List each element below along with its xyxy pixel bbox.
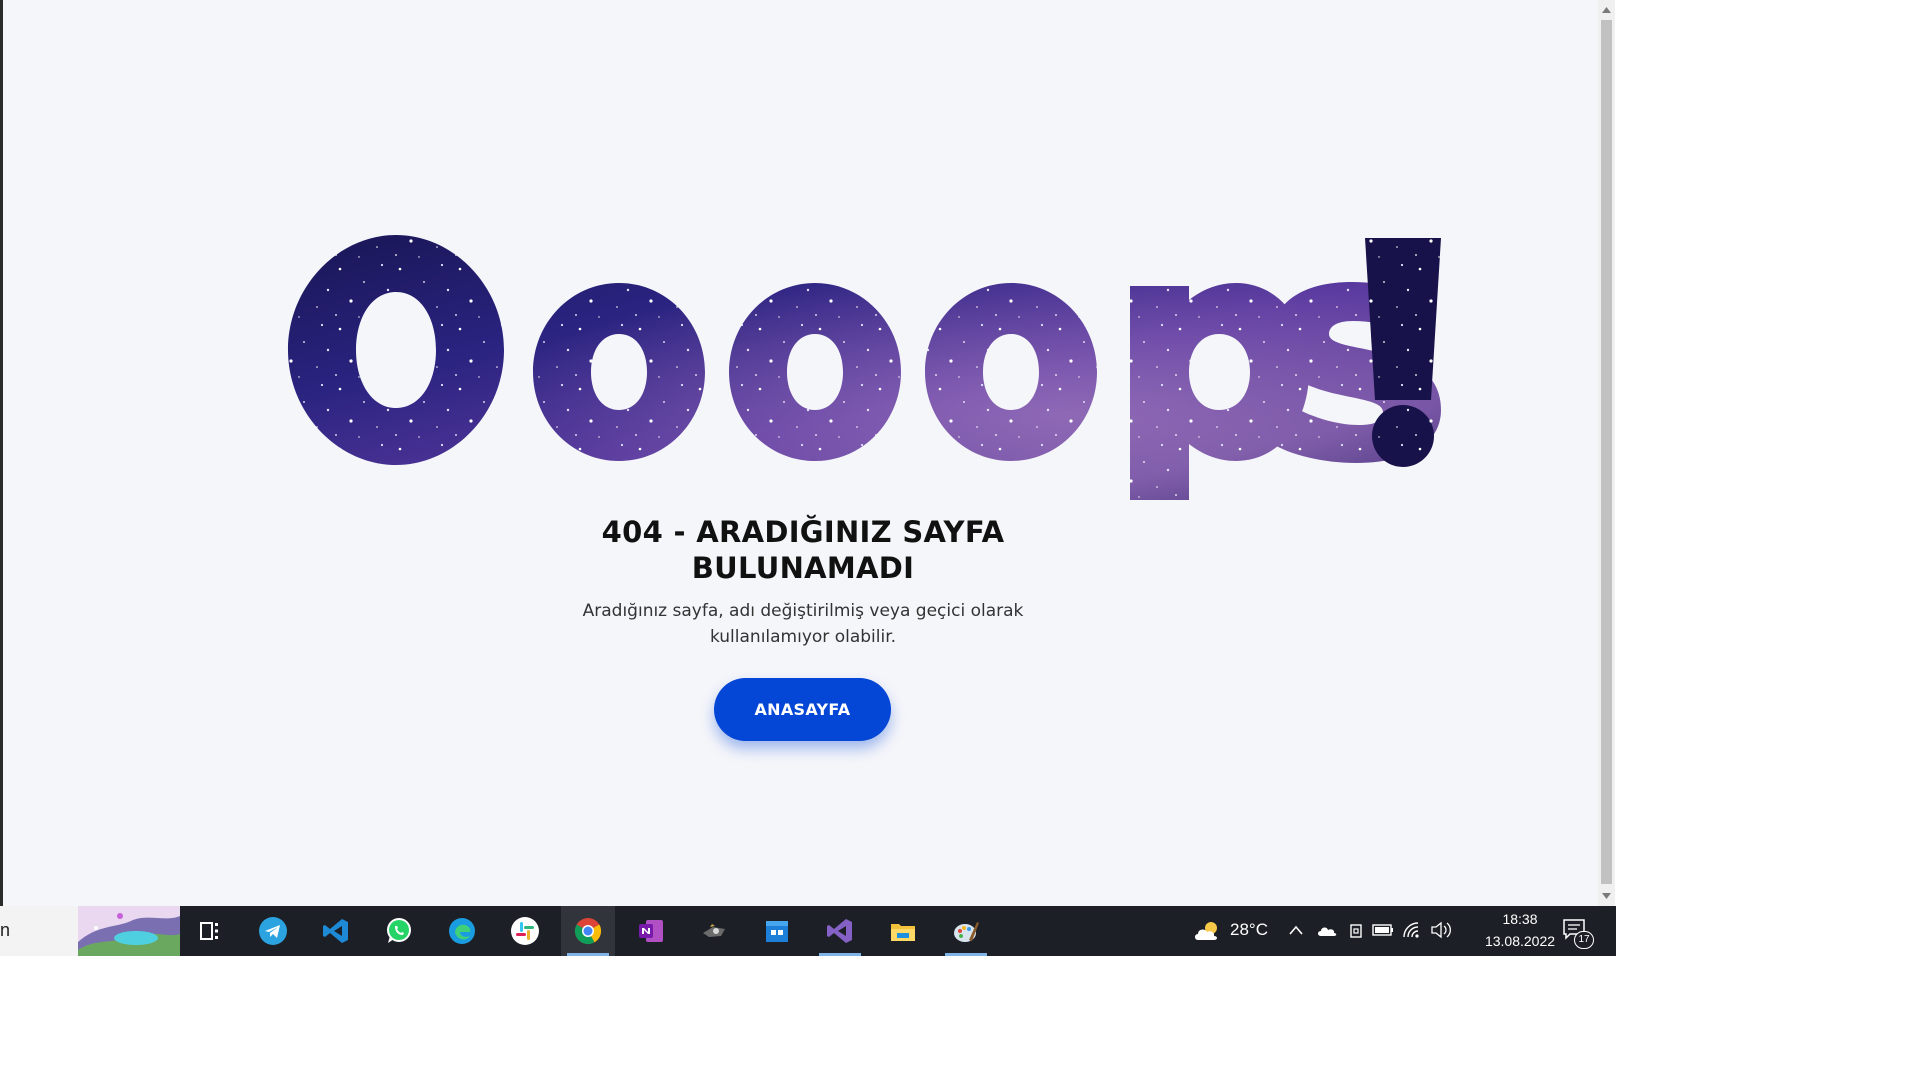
clock-time[interactable]: 18:38 bbox=[1490, 911, 1550, 927]
scrollbar-thumb[interactable] bbox=[1601, 20, 1612, 884]
scroll-down-arrow-icon[interactable] bbox=[1598, 888, 1615, 904]
vertical-scrollbar[interactable] bbox=[1598, 0, 1615, 906]
system-tray: 28°C 18:38 13.08.2022 17 bbox=[0, 906, 1616, 956]
onedrive-cloud-icon[interactable] bbox=[1316, 922, 1338, 938]
meet-now-icon[interactable] bbox=[1348, 921, 1364, 941]
notification-count-badge: 17 bbox=[1574, 931, 1594, 949]
browser-viewport: 404 - ARADIĞINIZ SAYFA BULUNAMADI Aradığ… bbox=[0, 0, 1598, 906]
weather-cloud-icon[interactable] bbox=[1192, 919, 1222, 943]
windows-taskbar: n 28°C 18:38 13.08.2022 17 bbox=[0, 906, 1616, 956]
clock-date[interactable]: 13.08.2022 bbox=[1468, 933, 1572, 949]
battery-icon[interactable] bbox=[1372, 923, 1394, 937]
chevron-up-icon[interactable] bbox=[1288, 923, 1304, 937]
volume-icon[interactable] bbox=[1430, 921, 1452, 939]
scroll-up-arrow-icon[interactable] bbox=[1598, 2, 1615, 18]
wifi-icon[interactable] bbox=[1402, 921, 1422, 939]
weather-temperature[interactable]: 28°C bbox=[1230, 920, 1268, 940]
ooops-hero-text bbox=[153, 200, 1453, 530]
error-description: Aradığınız sayfa, adı değiştirilmiş veya… bbox=[582, 601, 1024, 647]
error-title: 404 - ARADIĞINIZ SAYFA BULUNAMADI bbox=[601, 515, 1005, 585]
home-button[interactable]: ANASAYFA bbox=[714, 678, 891, 741]
desktop-screen: 404 - ARADIĞINIZ SAYFA BULUNAMADI Aradığ… bbox=[0, 0, 1616, 956]
